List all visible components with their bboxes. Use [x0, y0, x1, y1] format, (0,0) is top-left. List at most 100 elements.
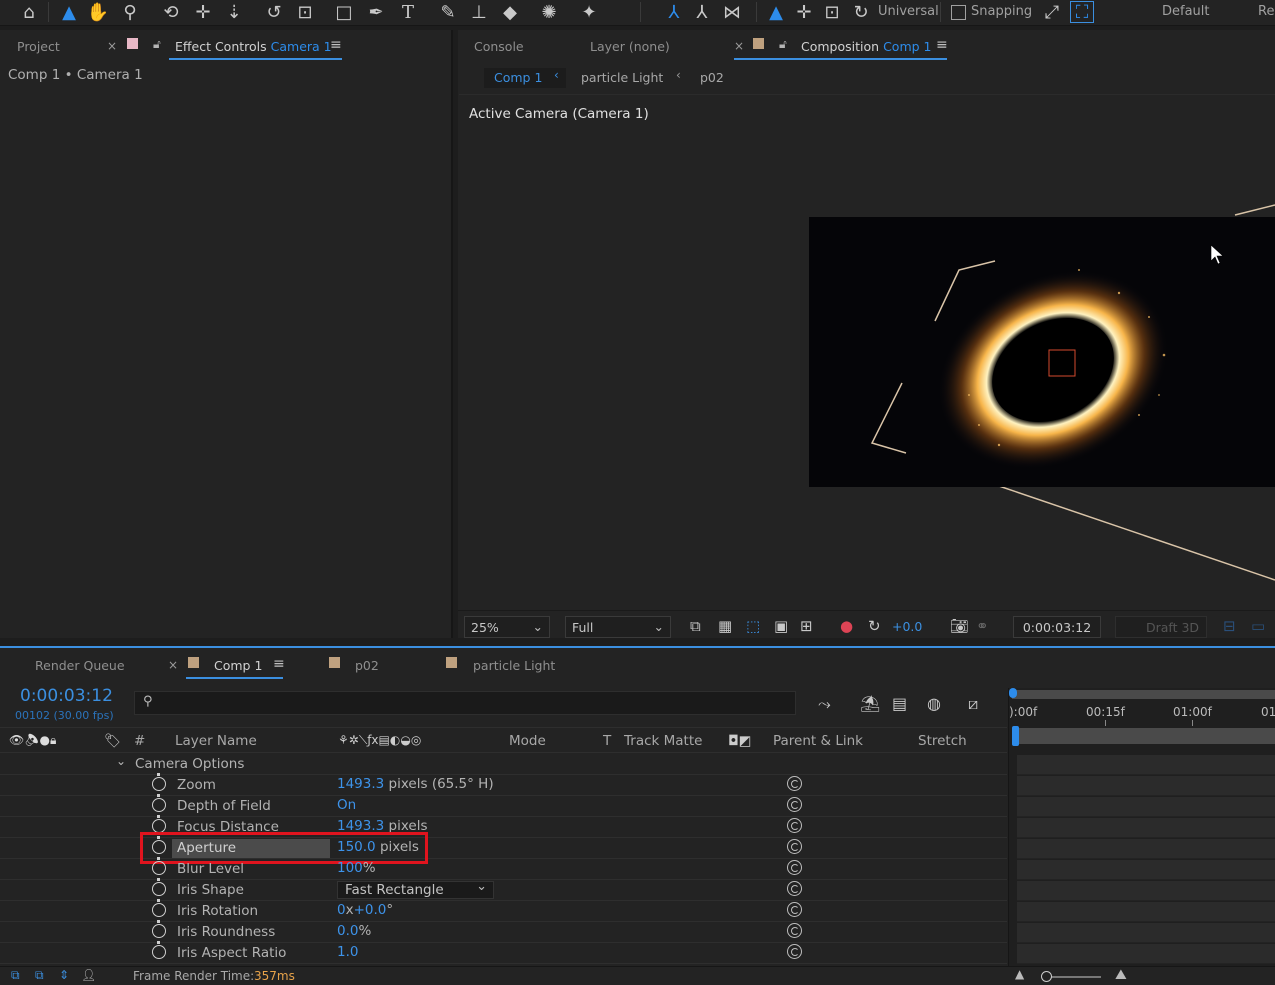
column-parent-link[interactable]: Parent & Link	[773, 733, 863, 749]
exposure-value[interactable]: +0.0	[892, 619, 922, 634]
close-icon[interactable]: ×	[107, 39, 117, 53]
property-name[interactable]: Blur Level	[177, 861, 244, 877]
type-icon[interactable]: T	[396, 0, 420, 24]
column-mode[interactable]: Mode	[509, 733, 546, 749]
search-input[interactable]: ⚲	[134, 691, 796, 715]
iris-shape-dropdown[interactable]: Fast Rectangle ⌄	[337, 879, 494, 899]
close-icon[interactable]: ×	[734, 39, 744, 53]
view-axis-icon[interactable]: ⋈	[720, 0, 744, 24]
transfer-controls-toggle-icon[interactable]: ⧉	[35, 968, 44, 983]
frame-blending-icon[interactable]: ▤	[892, 694, 907, 713]
shy-layers-icon[interactable]: ⛱	[860, 694, 880, 713]
close-icon[interactable]: ×	[168, 658, 178, 672]
tab-render-queue[interactable]: Render Queue	[35, 658, 125, 673]
region-of-interest-icon[interactable]: ▣	[774, 617, 788, 635]
work-area-bar[interactable]	[1012, 690, 1275, 699]
switches-icons[interactable]: ⚘✲⟍ƒx▤◐◒◎	[338, 733, 421, 748]
stopwatch-icon[interactable]	[152, 794, 166, 812]
comp-flowchart-icon[interactable]: ⤳	[818, 694, 831, 714]
draft3d-toggle[interactable]: Draft 3D	[1115, 616, 1207, 638]
zoom-out-icon[interactable]: ▲	[1015, 967, 1024, 981]
snap-options-icon[interactable]: ⤢	[1040, 0, 1064, 24]
resolution-dropdown[interactable]: Full ⌄	[565, 616, 671, 638]
stopwatch-icon[interactable]	[152, 941, 166, 959]
pickwhip-icon[interactable]	[787, 776, 802, 791]
pickwhip-icon[interactable]	[787, 881, 802, 896]
clone-stamp-icon[interactable]: ⊥	[466, 0, 492, 24]
pickwhip-icon[interactable]	[787, 944, 802, 959]
playhead[interactable]	[1012, 726, 1019, 746]
panel-menu-icon[interactable]: ≡	[936, 37, 948, 53]
property-value-number[interactable]: On	[337, 797, 356, 813]
property-name[interactable]: Iris Shape	[177, 882, 244, 898]
tab-effect-controls[interactable]: Effect Controls Camera 1	[175, 39, 332, 54]
av-features-icons[interactable]: 👁︎🔈︎●🔒︎	[9, 733, 56, 748]
fast-previews-icon[interactable]: ⧉	[690, 617, 701, 635]
pickwhip-icon[interactable]	[787, 923, 802, 938]
mask-visibility-icon[interactable]: ⬚	[746, 617, 760, 635]
brush-icon[interactable]: ✎	[436, 0, 460, 24]
panel-menu-icon[interactable]: ≡	[273, 656, 285, 672]
pen-icon[interactable]: ✒	[364, 0, 388, 24]
column-stretch[interactable]: Stretch	[918, 733, 967, 749]
property-name[interactable]: Iris Rotation	[177, 903, 258, 919]
universal-label[interactable]: Universal	[878, 4, 939, 19]
tab-composition[interactable]: Composition Comp 1	[801, 39, 931, 54]
work-area-start-handle[interactable]	[1009, 688, 1017, 698]
stopwatch-icon[interactable]	[152, 878, 166, 896]
tab-comp1[interactable]: Comp 1	[214, 658, 262, 673]
snapping-checkbox[interactable]	[951, 5, 966, 20]
pickwhip-icon[interactable]	[787, 818, 802, 833]
composition-viewer[interactable]: Active Camera (Camera 1)	[459, 94, 1275, 610]
subtab-particle-light[interactable]: particle Light	[581, 70, 663, 85]
zoom-in-icon[interactable]: ⛰	[1115, 967, 1127, 983]
snapshot-camera-icon[interactable]: 📷︎	[950, 617, 969, 635]
timecode-field[interactable]: 0:00:03:12	[1013, 616, 1101, 638]
workspace-default[interactable]: Default	[1162, 4, 1210, 19]
pan-behind-icon[interactable]: ⊡	[292, 0, 318, 24]
column-t[interactable]: T	[603, 733, 611, 749]
stopwatch-icon[interactable]	[152, 920, 166, 938]
hand-icon[interactable]: ✋	[86, 0, 110, 24]
rotate-gizmo-icon[interactable]: ↻	[849, 0, 873, 24]
property-value-number-2[interactable]: +0.0	[354, 902, 387, 918]
subtab-comp1[interactable]: Comp 1 ‹	[484, 68, 566, 88]
3d-view-icon[interactable]: ▭	[1251, 617, 1265, 635]
rectangle-icon[interactable]: □	[332, 0, 356, 24]
selection-tool-icon[interactable]: ▲	[764, 0, 788, 24]
in-out-toggle-icon[interactable]: ⇕	[59, 968, 69, 982]
subtab-p02[interactable]: p02	[700, 70, 724, 85]
layer-switches-toggle-icon[interactable]: ⧉	[11, 968, 20, 983]
stopwatch-icon[interactable]	[152, 815, 166, 833]
selection-arrow-icon[interactable]: ▲	[58, 0, 80, 24]
move-icon[interactable]: ✛	[792, 0, 816, 24]
orbit-camera-icon[interactable]: ⟲	[158, 0, 184, 24]
exposure-reset-icon[interactable]: ↻	[868, 617, 881, 635]
lock-icon[interactable]: 🔓︎	[153, 37, 161, 52]
stopwatch-icon[interactable]	[152, 773, 166, 791]
chevron-down-icon[interactable]: ⌄	[116, 754, 126, 768]
dolly-camera-icon[interactable]: ⇣	[222, 0, 246, 24]
lock-icon[interactable]: 🔓︎	[779, 37, 787, 52]
motion-blur-icon[interactable]: ◍	[927, 694, 941, 713]
property-name[interactable]: Zoom	[177, 777, 216, 793]
graph-editor-icon[interactable]: ⧄	[968, 694, 978, 714]
tab-layer[interactable]: Layer (none)	[590, 39, 670, 54]
channel-icon[interactable]: ●	[840, 617, 853, 635]
zoom-dropdown[interactable]: 25% ⌄	[464, 616, 550, 638]
tab-console[interactable]: Console	[474, 39, 524, 54]
local-axis-icon[interactable]: ⅄	[662, 0, 686, 24]
pickwhip-icon[interactable]	[787, 839, 802, 854]
column-track-matte[interactable]: Track Matte	[624, 733, 702, 749]
property-name[interactable]: Depth of Field	[177, 798, 271, 814]
property-value-number[interactable]: 0	[337, 902, 346, 918]
column-layer-name[interactable]: Layer Name	[175, 733, 257, 749]
zoom-icon[interactable]: ⚲	[118, 0, 142, 24]
pickwhip-icon[interactable]	[787, 902, 802, 917]
pickwhip-icon[interactable]	[787, 797, 802, 812]
puppet-pin-icon[interactable]: ✦	[576, 0, 602, 24]
current-time-display[interactable]: 0:00:03:12	[20, 686, 113, 706]
view-layout-icon[interactable]: ⊟	[1223, 617, 1236, 635]
tab-p02[interactable]: p02	[355, 658, 379, 673]
grid-guides-icon[interactable]: ⊞	[800, 617, 813, 635]
